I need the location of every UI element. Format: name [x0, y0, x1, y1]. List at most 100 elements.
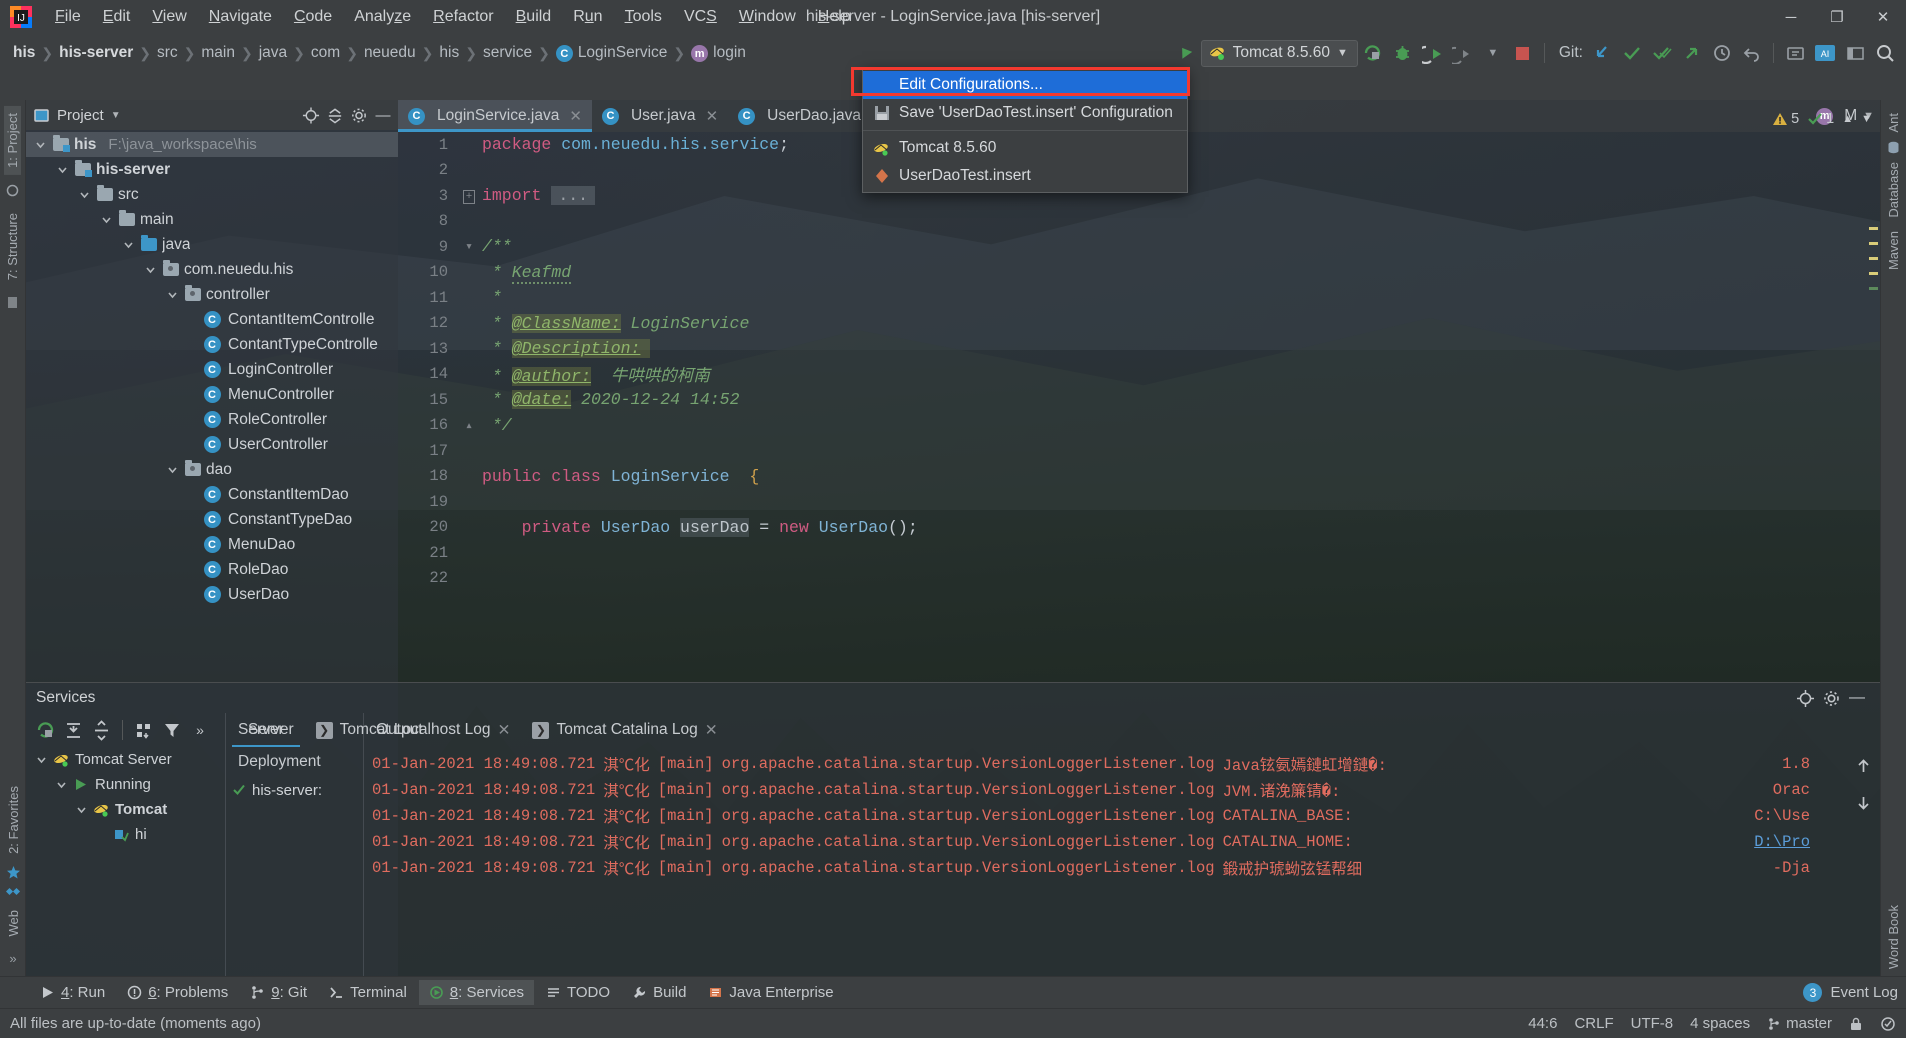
editor-tab[interactable]: C LoginService.java ✕ — [398, 100, 592, 132]
inspection-level-icon[interactable] — [1880, 1016, 1896, 1032]
tree-expand-arrow[interactable] — [122, 238, 135, 251]
undo-icon[interactable] — [1737, 38, 1767, 68]
breadcrumb-java[interactable]: java — [254, 42, 292, 64]
menu-window[interactable]: Window — [728, 4, 807, 30]
menu-bar[interactable]: File Edit View Navigate Code Analyze Ref… — [44, 4, 862, 30]
breadcrumb-class[interactable]: C LoginService — [551, 42, 673, 65]
breadcrumb[interactable]: his ❯ his-server ❯ src ❯ main ❯ java ❯ c… — [8, 42, 751, 65]
tab-tomcat-catalina-log[interactable]: ❯ Tomcat Catalina Log ✕ — [532, 721, 718, 740]
tab-server-overlay[interactable]: Server — [242, 713, 300, 747]
scroll-up-icon[interactable] — [1850, 753, 1876, 779]
breadcrumb-method[interactable]: m login — [686, 42, 751, 65]
run-config-menu-item[interactable]: UserDaoTest.insert — [863, 162, 1187, 190]
tree-expand-arrow[interactable] — [188, 438, 201, 451]
menu-build[interactable]: Build — [505, 4, 563, 30]
settings-gear-icon[interactable] — [1818, 685, 1844, 711]
select-target-icon[interactable] — [1780, 38, 1810, 68]
project-tree-node[interactable]: C UserDao — [26, 582, 398, 607]
services-toolbar[interactable]: » — [26, 713, 225, 747]
menu-refactor[interactable]: Refactor — [422, 4, 504, 30]
project-tree-node[interactable]: C ConstantItemDao — [26, 482, 398, 507]
code-line[interactable]: 22 — [398, 566, 1880, 592]
locate-file-icon[interactable] — [302, 106, 320, 124]
code-line[interactable]: 16 ▴ */ — [398, 413, 1880, 439]
tree-expand-arrow[interactable] — [188, 413, 201, 426]
tree-expand-arrow[interactable] — [56, 779, 68, 790]
minimize-button[interactable]: ─ — [1768, 0, 1814, 34]
editor-tab[interactable]: C User.java ✕ — [592, 100, 728, 132]
rerun-icon[interactable] — [1358, 38, 1388, 68]
line-separator[interactable]: CRLF — [1574, 1015, 1613, 1032]
project-tree[interactable]: his F:\java_workspace\his his-server src mai… — [26, 130, 398, 607]
bottom-tool-bar[interactable]: 4: Run 6: Problems 9: Git Terminal 8: Servic… — [0, 976, 1906, 1008]
close-button[interactable]: ✕ — [1860, 0, 1906, 34]
maximize-button[interactable]: ❐ — [1814, 0, 1860, 34]
code-line[interactable]: 8 — [398, 209, 1880, 235]
close-icon[interactable]: ✕ — [706, 107, 719, 125]
code-line[interactable]: 10 * Keafmd — [398, 260, 1880, 286]
more-tool-windows-icon[interactable]: » — [9, 947, 16, 970]
chevron-down-icon[interactable]: ▼ — [1478, 38, 1508, 68]
commit-all-icon[interactable] — [1647, 38, 1677, 68]
tree-expand-arrow[interactable] — [144, 263, 157, 276]
hide-panel-icon[interactable]: — — [1844, 685, 1870, 711]
tree-expand-arrow[interactable] — [166, 463, 179, 476]
ai-assistant-icon[interactable]: AI — [1810, 38, 1840, 68]
favorites-star-icon[interactable] — [6, 865, 21, 880]
event-log-label[interactable]: Event Log — [1830, 984, 1898, 1001]
menu-tools[interactable]: Tools — [614, 4, 673, 30]
services-tree-node[interactable]: Tomcat Server — [32, 747, 225, 772]
chevron-down-icon[interactable]: ▼ — [1337, 47, 1348, 59]
run-configuration-dropdown[interactable]: Edit Configurations... Save 'UserDaoTest.… — [862, 68, 1188, 193]
run-configuration-selector[interactable]: Tomcat 8.5.60 ▼ — [1200, 39, 1358, 67]
tree-expand-arrow[interactable] — [78, 188, 91, 201]
push-icon[interactable] — [1677, 38, 1707, 68]
tree-expand-arrow[interactable] — [188, 513, 201, 526]
breadcrumb-his2[interactable]: his — [434, 42, 464, 64]
project-tree-node[interactable]: com.neuedu.his — [26, 257, 398, 282]
tool-window-web[interactable]: Web — [5, 903, 22, 944]
menu-vcs[interactable]: VCS — [673, 4, 728, 30]
project-tree-node[interactable]: src — [26, 182, 398, 207]
collapse-all-icon[interactable] — [326, 106, 344, 124]
project-tree-node[interactable]: C LoginController — [26, 357, 398, 382]
breadcrumb-neuedu[interactable]: neuedu — [359, 42, 421, 64]
tool-window-ant[interactable]: Ant — [1885, 106, 1902, 140]
bottom-bar-build[interactable]: Build — [622, 980, 696, 1005]
project-tree-node[interactable]: C ContantTypeControlle — [26, 332, 398, 357]
settings-gear-icon[interactable] — [350, 106, 368, 124]
code-line[interactable]: 21 — [398, 540, 1880, 566]
search-icon[interactable] — [1870, 38, 1900, 68]
bottom-bar-services[interactable]: 8: Services — [418, 980, 534, 1005]
bottom-bar-problems[interactable]: 6: Problems — [117, 980, 238, 1005]
chevron-up-icon[interactable]: ▲ — [1842, 113, 1853, 125]
tool-window-structure[interactable]: 7: Structure — [4, 206, 21, 287]
database-tool-icon[interactable] — [1886, 140, 1901, 155]
locate-icon[interactable] — [1792, 685, 1818, 711]
code-line[interactable]: 17 — [398, 438, 1880, 464]
tool-window-word-book[interactable]: Word Book — [1885, 898, 1902, 976]
menu-help[interactable]: Help — [807, 4, 862, 30]
code-line[interactable]: 14 * @author: 牛哄哄的柯南 — [398, 362, 1880, 388]
code-line[interactable]: 9 ▾ /** — [398, 234, 1880, 260]
bottom-bar-git[interactable]: 9: Git — [240, 980, 317, 1005]
commit-tool-icon[interactable] — [5, 183, 20, 198]
bottom-bar-run[interactable]: 4: Run — [30, 980, 115, 1005]
tool-window-project[interactable]: 1: Project — [4, 106, 21, 175]
project-tree-node[interactable]: C MenuController — [26, 382, 398, 407]
code-line[interactable]: 15 * @date: 2020-12-24 14:52 — [398, 387, 1880, 413]
bottom-bar-terminal[interactable]: Terminal — [319, 980, 417, 1005]
tree-expand-arrow[interactable] — [188, 363, 201, 376]
run-config-menu-item[interactable]: Save 'UserDaoTest.insert' Configuration — [863, 99, 1187, 127]
log-tabs-overlay[interactable]: Server ❯ Tomcat Localhost Log ✕ ❯ Tomcat… — [242, 713, 718, 747]
breadcrumb-com[interactable]: com — [306, 42, 345, 64]
project-tree-node[interactable]: controller — [26, 282, 398, 307]
history-icon[interactable] — [1707, 38, 1737, 68]
breadcrumb-his-server[interactable]: his-server — [54, 42, 138, 64]
project-tree-node[interactable]: java — [26, 232, 398, 257]
rerun-service-icon[interactable] — [32, 717, 58, 743]
lock-icon[interactable] — [1849, 1016, 1863, 1032]
more-options-icon[interactable]: » — [187, 717, 213, 743]
tree-expand-arrow[interactable] — [188, 488, 201, 501]
project-tree-node[interactable]: his-server — [26, 157, 398, 182]
